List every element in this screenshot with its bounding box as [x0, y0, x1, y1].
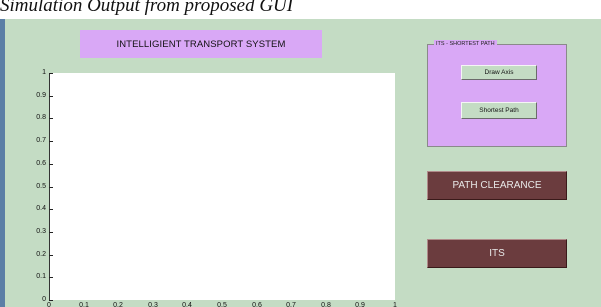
y-tick-label: 0.6	[36, 160, 46, 167]
path-clearance-label: PATH CLEARANCE	[452, 180, 542, 191]
y-tick-mark	[49, 73, 53, 74]
app-title: INTELLIGIENT TRANSPORT SYSTEM	[116, 38, 286, 50]
x-tick-label: 0.6	[252, 302, 262, 307]
app-title-box: INTELLIGIENT TRANSPORT SYSTEM	[80, 30, 322, 58]
shortest-path-label: Shortest Path	[479, 107, 519, 114]
x-tick-label: 0	[47, 302, 51, 307]
shortest-path-panel: ITS - SHORTEST PATH Draw Axis Shortest P…	[427, 40, 567, 147]
draw-axis-button[interactable]: Draw Axis	[461, 65, 537, 80]
y-tick-label: 1	[42, 69, 46, 76]
panel-title: ITS - SHORTEST PATH	[434, 40, 497, 48]
y-tick-mark	[49, 141, 53, 142]
x-tick-label: 0.8	[321, 302, 331, 307]
its-label: ITS	[489, 248, 505, 259]
y-tick-label: 0.4	[36, 205, 46, 212]
x-tick-label: 0.7	[286, 302, 296, 307]
x-tick-label: 0.9	[355, 302, 365, 307]
y-tick-mark	[49, 118, 53, 119]
y-tick-mark	[49, 187, 53, 188]
y-tick-mark	[49, 232, 53, 233]
y-tick-label: 0.5	[36, 183, 46, 190]
y-tick-mark	[49, 300, 53, 301]
gui-figure-window: INTELLIGIENT TRANSPORT SYSTEM 0 0.1 0.2 0.3…	[0, 19, 601, 307]
x-tick-label: 0.5	[217, 302, 227, 307]
y-tick-mark	[49, 164, 53, 165]
y-tick-label: 0.2	[36, 251, 46, 258]
y-tick-label: 0.3	[36, 228, 46, 235]
y-tick-label: 0.1	[36, 273, 46, 280]
window-left-edge	[0, 19, 5, 307]
y-tick-mark	[49, 209, 53, 210]
path-clearance-button[interactable]: PATH CLEARANCE	[427, 171, 567, 200]
y-tick-mark	[49, 277, 53, 278]
x-tick-label: 0.1	[79, 302, 89, 307]
plot-axes[interactable]	[49, 73, 395, 300]
y-tick-label: 0.7	[36, 137, 46, 144]
its-button[interactable]: ITS	[427, 239, 567, 268]
caption-text: Simulation Output from proposed GUI	[0, 0, 294, 16]
x-tick-label: 0.3	[148, 302, 158, 307]
y-tick-label: 0.9	[36, 92, 46, 99]
y-tick-mark	[49, 255, 53, 256]
y-tick-label: 0.8	[36, 114, 46, 121]
x-tick-label: 0.2	[113, 302, 123, 307]
x-tick-label: 0.4	[182, 302, 192, 307]
draw-axis-label: Draw Axis	[484, 69, 514, 76]
shortest-path-button[interactable]: Shortest Path	[461, 102, 537, 119]
y-tick-mark	[49, 96, 53, 97]
x-tick-label: 1	[393, 302, 397, 307]
